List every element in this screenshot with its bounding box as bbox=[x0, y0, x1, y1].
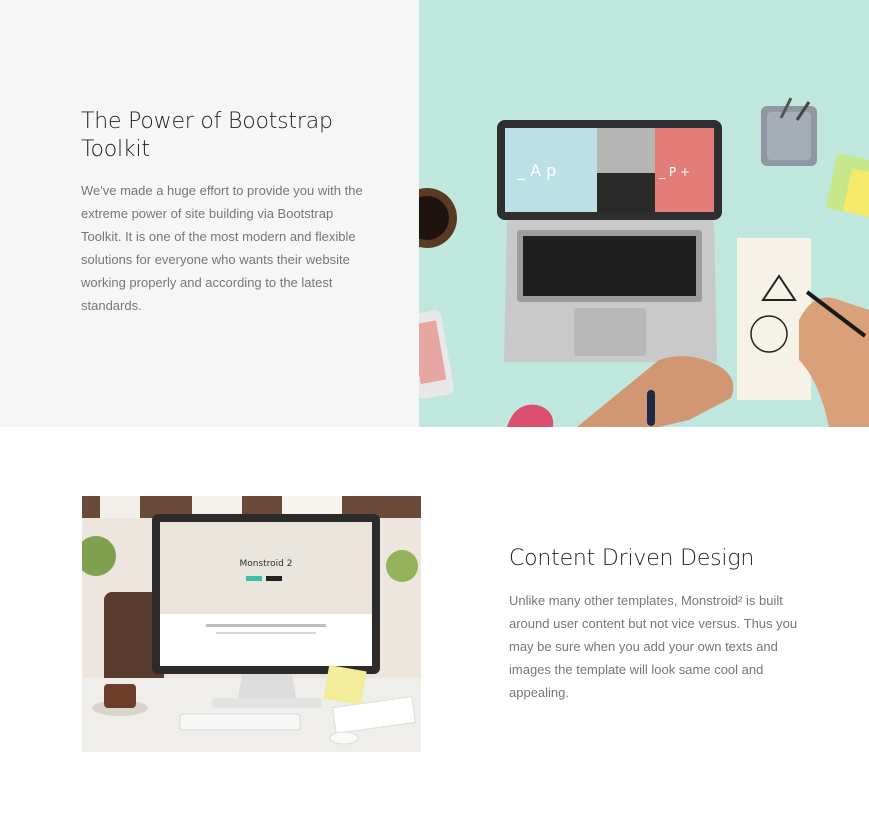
screen-text-b: _ P + bbox=[658, 165, 690, 179]
monitor-screen-title: Monstroid 2 bbox=[239, 559, 292, 569]
feature-title: The Power of Bootstrap Toolkit bbox=[81, 109, 333, 162]
feature-text-panel: The Power of Bootstrap Toolkit We've mad… bbox=[0, 0, 419, 427]
feature-section-bootstrap: The Power of Bootstrap Toolkit We've mad… bbox=[0, 0, 869, 427]
screen-text-a: _ A p bbox=[516, 161, 556, 181]
trackpad-icon bbox=[574, 308, 646, 356]
feature-description: We've made a huge effort to provide you … bbox=[81, 183, 363, 313]
sticky-note-icon bbox=[323, 664, 367, 706]
feature-description: Unlike many other templates, Monstroid² … bbox=[509, 593, 798, 700]
desktop-workspace-photo: Monstroid 2 bbox=[82, 496, 421, 752]
laptop-workspace-photo: _ A p _ P + bbox=[419, 0, 869, 427]
laptop-photo-illustration: _ A p _ P + bbox=[419, 0, 869, 427]
mouse-icon bbox=[329, 731, 359, 745]
keyboard-icon bbox=[179, 713, 301, 731]
feature-title: Content Driven Design bbox=[509, 546, 755, 571]
desktop-photo-illustration: Monstroid 2 bbox=[82, 496, 421, 752]
